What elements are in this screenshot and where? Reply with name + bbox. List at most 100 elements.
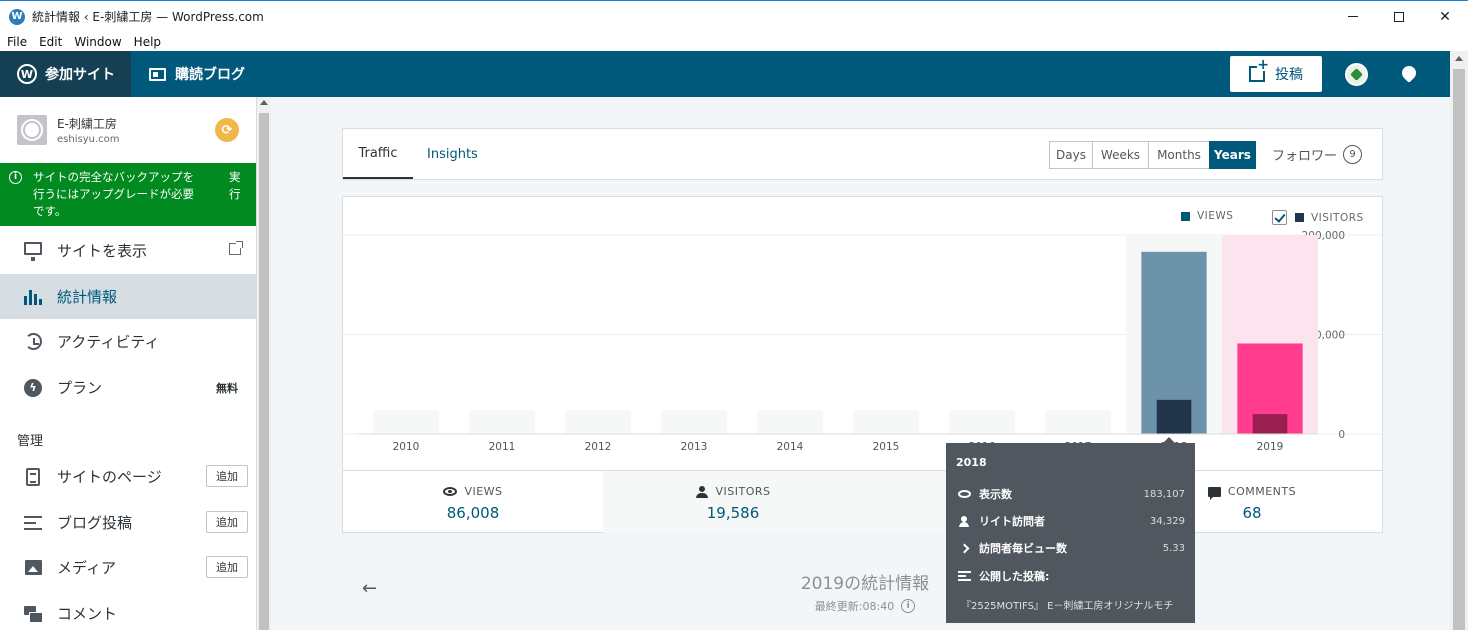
empty-bar-placeholder — [757, 410, 823, 434]
sidebar-item-pages[interactable]: サイトのページ 追加 — [0, 454, 256, 499]
comment-icon — [1207, 486, 1221, 500]
tooltip-row-views-per-visitor: 訪問者毎ビュー数 5.33 — [957, 540, 1185, 556]
close-icon: ✕ — [1439, 8, 1451, 25]
notice-action-link[interactable]: 実行 — [229, 169, 247, 203]
summary-views-label: VIEWS — [464, 485, 503, 498]
notice-message: サイトの完全なバックアップを行うにはアップグレードが必要です。 — [33, 170, 194, 218]
sync-icon[interactable]: ⟳ — [215, 118, 239, 142]
menu-edit[interactable]: Edit — [39, 35, 62, 49]
menu-window[interactable]: Window — [74, 35, 121, 49]
reader-button[interactable]: 購読ブログ — [149, 51, 245, 97]
tab-insights[interactable]: Insights — [427, 129, 478, 179]
x-tick-label: 2019 — [1257, 441, 1284, 453]
tooltip-label: 表示数 — [979, 488, 1012, 501]
maximize-button[interactable] — [1376, 1, 1422, 32]
followers-link[interactable]: フォロワー 9 — [1272, 129, 1363, 179]
backup-upgrade-notice[interactable]: i サイトの完全なバックアップを行うにはアップグレードが必要です。 実行 — [0, 163, 256, 226]
period-months[interactable]: Months — [1148, 141, 1210, 169]
stats-bar-chart[interactable]: 0100,000200,0002010 2011 2012 2013 2014 2015 2… — [343, 227, 1382, 467]
add-page-button[interactable]: 追加 — [206, 465, 248, 487]
x-tick-label: 2015 — [873, 441, 900, 453]
media-icon — [24, 560, 42, 575]
info-icon[interactable]: i — [901, 599, 916, 613]
current-site-card[interactable]: E-刺繍工房 eshisyu.com ⟳ — [0, 97, 256, 162]
sidebar-item-plan[interactable]: ϟ プラン 無料 — [0, 365, 256, 410]
sidebar-item-activity[interactable]: アクティビティ — [0, 319, 256, 364]
sidebar-item-comments[interactable]: コメント — [0, 591, 256, 630]
tooltip-value: 34,329 — [1150, 515, 1185, 527]
legend-views-label: VIEWS — [1197, 210, 1234, 222]
tab-traffic[interactable]: Traffic — [343, 129, 413, 179]
plan-icon: ϟ — [24, 378, 42, 397]
sidebar-item-label: 統計情報 — [57, 288, 118, 306]
site-name: E-刺繍工房 — [57, 116, 117, 131]
notifications-button[interactable] — [1399, 63, 1420, 84]
wordpress-logo-icon: W — [17, 64, 37, 84]
site-url: eshisyu.com — [57, 133, 120, 145]
checkbox-icon[interactable] — [1272, 210, 1287, 225]
sidebar-item-media[interactable]: メディア 追加 — [0, 545, 256, 590]
sidebar-item-label: アクティビティ — [57, 333, 160, 351]
eye-icon — [957, 490, 971, 498]
x-tick-label: 2012 — [585, 441, 612, 453]
user-avatar[interactable] — [1345, 63, 1368, 86]
stats-chart-card: VIEWS VISITORS 0 100,000 200,000 2010 2011 20… — [342, 196, 1383, 533]
menu-file[interactable]: File — [7, 35, 27, 49]
window-titlebar: W 統計情報 ‹ E-刺繍工房 — WordPress.com ✕ — [0, 0, 1468, 32]
y-tick-label: 0 — [1338, 429, 1345, 441]
summary-visitors-tab[interactable]: VISITORS 19,586 — [603, 471, 863, 533]
visitors-bar — [1156, 399, 1192, 434]
info-icon: i — [9, 171, 22, 184]
followers-label: フォロワー — [1272, 148, 1338, 164]
menu-bar: File Edit Window Help — [0, 32, 1468, 51]
legend-views: VIEWS — [1181, 210, 1233, 222]
tooltip-row-views: 表示数 183,107 — [957, 486, 1185, 502]
sidebar-item-posts[interactable]: ブログ投稿 追加 — [0, 500, 256, 545]
stats-icon — [24, 289, 42, 305]
sidebar-scrollbar[interactable] — [257, 97, 271, 630]
write-post-label: 投稿 — [1275, 67, 1303, 83]
sidebar-item-stats[interactable]: 統計情報 — [0, 274, 256, 319]
tooltip-value: 183,107 — [1143, 488, 1185, 500]
posts-icon — [957, 571, 971, 581]
empty-bar-placeholder — [373, 410, 439, 434]
empty-bar-placeholder — [661, 410, 727, 434]
last-updated-text: 最終更新:08:40 — [814, 600, 895, 613]
x-tick-label: 2014 — [777, 441, 804, 453]
tooltip-row-posts: 公開した投稿: — [957, 568, 1185, 584]
sidebar-item-label: サイトを表示 — [57, 242, 148, 260]
my-sites-button[interactable]: W 参加サイト — [0, 51, 131, 97]
close-button[interactable]: ✕ — [1422, 1, 1468, 32]
minimize-icon — [1348, 16, 1358, 17]
sidebar-item-view-site[interactable]: サイトを表示 — [0, 228, 256, 273]
empty-bar-placeholder — [949, 410, 1015, 434]
window-title: 統計情報 ‹ E-刺繍工房 — WordPress.com — [32, 10, 264, 24]
previous-period-arrow-icon[interactable]: ← — [362, 578, 377, 599]
add-media-button[interactable]: 追加 — [206, 556, 248, 578]
period-years[interactable]: Years — [1209, 141, 1256, 169]
x-tick-label: 2011 — [489, 441, 516, 453]
legend-visitors[interactable]: VISITORS — [1272, 210, 1364, 225]
empty-bar-placeholder — [853, 410, 919, 434]
empty-bar-placeholder — [469, 410, 535, 434]
followers-count: 9 — [1343, 144, 1363, 164]
summary-views-tab[interactable]: VIEWS 86,008 — [343, 471, 603, 533]
new-post-icon — [1249, 59, 1270, 82]
person-icon — [959, 515, 969, 527]
menu-help[interactable]: Help — [134, 35, 161, 49]
write-post-button[interactable]: 投稿 — [1230, 56, 1322, 92]
person-icon — [695, 485, 708, 498]
masterbar: W 参加サイト 購読ブログ 投稿 — [0, 51, 1450, 97]
manage-group-heading: 管理 — [17, 434, 44, 449]
empty-bar-placeholder — [565, 410, 631, 434]
tooltip-post-title[interactable]: 『2525MOTIFS』 E－刺繍工房オリジナルモチ — [961, 597, 1186, 612]
add-post-button[interactable]: 追加 — [206, 511, 248, 533]
summary-views-value: 86,008 — [446, 504, 500, 522]
history-icon — [24, 333, 42, 350]
site-globe-icon — [17, 114, 47, 145]
minimize-button[interactable] — [1330, 1, 1376, 32]
main-scrollbar[interactable] — [1450, 51, 1468, 630]
tooltip-value: 5.33 — [1162, 542, 1185, 554]
period-days[interactable]: Days — [1049, 141, 1093, 169]
period-weeks[interactable]: Weeks — [1092, 141, 1149, 169]
